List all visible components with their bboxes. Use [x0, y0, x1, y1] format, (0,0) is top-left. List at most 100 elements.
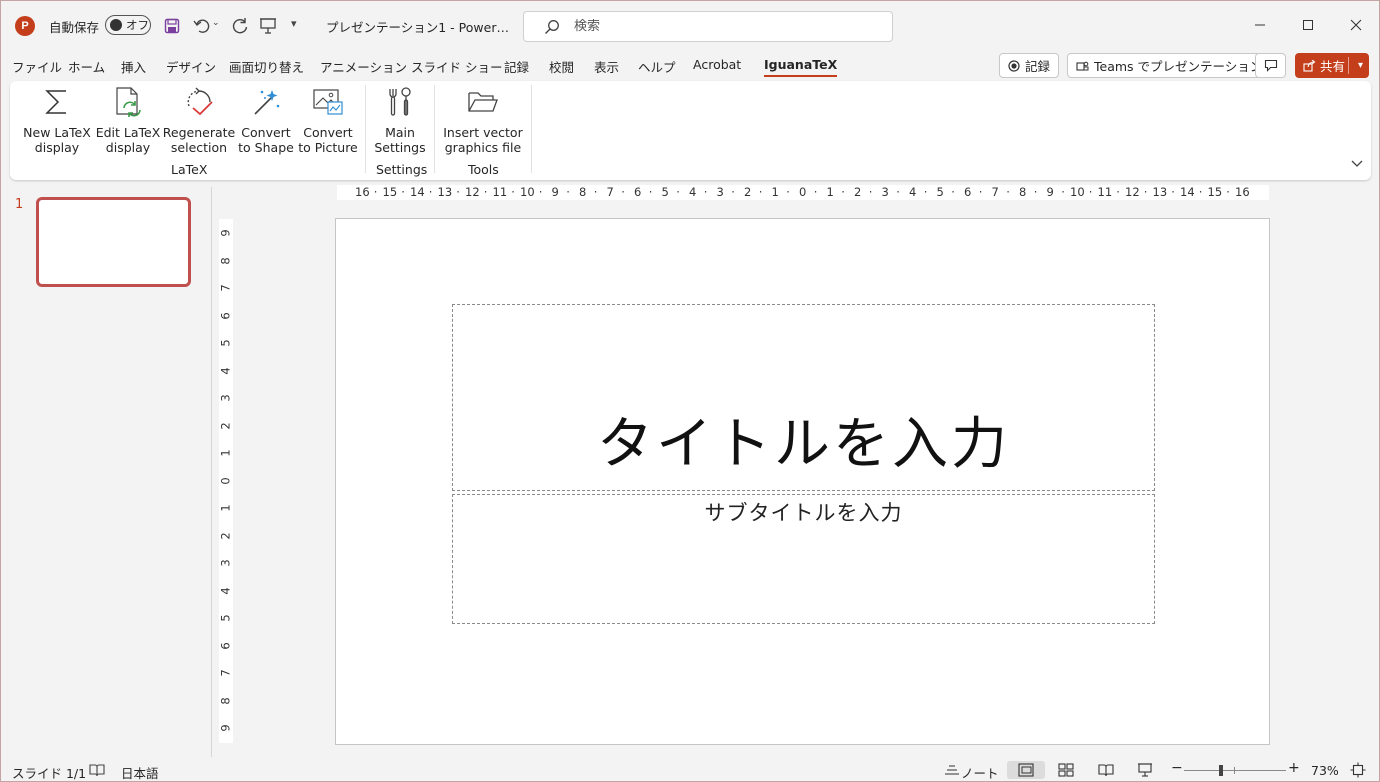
share-button[interactable]: 共有 ▾ — [1295, 53, 1369, 78]
convert-to-picture-label: Convert to Picture — [298, 125, 358, 155]
tab-animations[interactable]: アニメーション — [320, 57, 407, 76]
ruler-tick-label: 10 — [520, 185, 535, 199]
ruler-tick-label: 4 — [909, 185, 917, 199]
record-icon — [1008, 59, 1020, 72]
undo-icon[interactable] — [191, 15, 213, 37]
comments-button[interactable] — [1255, 53, 1286, 78]
ribbon-options-chevron-down-icon[interactable] — [1351, 157, 1363, 171]
ruler-tick-label: 2 — [854, 185, 862, 199]
slide-sorter-view-icon[interactable] — [1055, 761, 1077, 779]
edit-latex-display-label: Edit LaTeX display — [95, 125, 161, 155]
ruler-tick-label: 6 — [634, 185, 642, 199]
presentation-mode-icon[interactable] — [257, 15, 279, 37]
ruler-tick-label: 5 — [936, 185, 944, 199]
record-button[interactable]: 記録 — [999, 53, 1060, 78]
main-settings-button[interactable]: Main Settings — [370, 85, 430, 155]
undo-dropdown-icon[interactable]: ⌄ — [212, 18, 220, 28]
convert-to-shape-label: Convert to Shape — [238, 125, 294, 155]
ruler-tick-label: 8 — [218, 256, 233, 265]
zoom-slider-track[interactable] — [1184, 770, 1286, 771]
ruler-tick-mark: · — [1006, 185, 1010, 199]
zoom-out-button[interactable]: − — [1171, 760, 1183, 776]
fit-to-window-icon[interactable] — [1347, 761, 1369, 779]
slide-thumbnails-pane: 1 — [1, 187, 211, 757]
toggle-knob — [110, 19, 122, 31]
ruler-tick-label: 16 — [355, 185, 370, 199]
ruler-tick-label: 1 — [218, 504, 233, 512]
ruler-tick-label: 0 — [218, 476, 233, 485]
ruler-tick-label: 15 — [382, 185, 398, 199]
redo-icon[interactable] — [229, 15, 251, 37]
share-label: 共有 — [1320, 59, 1346, 74]
new-latex-display-label: New LaTeX display — [23, 125, 91, 155]
tab-insert[interactable]: 挿入 — [121, 57, 146, 76]
save-icon[interactable] — [161, 15, 183, 37]
tab-slideshow[interactable]: スライド ショー — [411, 57, 502, 76]
tab-record[interactable]: 記録 — [504, 57, 529, 76]
tab-iguanatex[interactable]: IguanaTeX — [764, 57, 838, 77]
language-indicator[interactable]: 日本語 — [121, 763, 159, 782]
subtitle-placeholder[interactable]: サブタイトルを入力 — [452, 494, 1155, 624]
tab-design[interactable]: デザイン — [166, 57, 216, 76]
ruler-tick-mark: · — [401, 185, 405, 199]
slide-thumbnail[interactable] — [36, 197, 191, 287]
search-box[interactable] — [523, 11, 893, 42]
tab-transitions[interactable]: 画面切り替え — [229, 57, 304, 76]
ruler-tick-label: 9 — [1046, 185, 1054, 199]
group-divider — [434, 85, 435, 173]
normal-view-icon[interactable] — [1007, 761, 1045, 779]
teams-present-button[interactable]: Teams でプレゼンテーション — [1067, 53, 1272, 78]
regenerate-selection-label: Regenerate selection — [162, 125, 236, 155]
ruler-tick-label: 9 — [551, 185, 559, 199]
autosave-toggle[interactable]: オフ — [105, 15, 151, 35]
ruler-tick-mark: · — [456, 185, 460, 199]
new-latex-display-button[interactable]: New LaTeX display — [23, 85, 91, 155]
accessibility-check-icon[interactable] — [86, 761, 108, 779]
ruler-tick-label: 4 — [689, 185, 697, 199]
ruler-tick-label: 9 — [218, 229, 233, 237]
share-dropdown-icon[interactable]: ▾ — [1358, 60, 1363, 71]
main-settings-label: Main Settings — [374, 125, 426, 155]
ruler-tick-mark: · — [428, 185, 433, 199]
tab-review[interactable]: 校閲 — [549, 57, 574, 76]
tab-view[interactable]: 表示 — [594, 57, 619, 76]
title-placeholder[interactable]: タイトルを入力 — [452, 304, 1155, 491]
customize-qat-icon[interactable]: ▾ — [291, 17, 297, 30]
ruler-tick-mark: · — [1226, 185, 1230, 199]
ruler-tick-label: 7 — [218, 284, 233, 292]
horizontal-ruler: 16 · 15 · 14 · 13 · 12 · 11 · 10 · 9 · 8 · 7 · 6 · 5 · 4 · 3 · 2 · 1 · 0… — [337, 185, 1269, 200]
reading-view-icon[interactable] — [1095, 761, 1117, 779]
tab-acrobat[interactable]: Acrobat — [693, 57, 741, 72]
tab-help[interactable]: ヘルプ — [638, 57, 676, 76]
ruler-tick-label: 6 — [218, 641, 233, 650]
tab-file[interactable]: ファイル — [12, 57, 62, 76]
notes-icon[interactable] — [941, 761, 963, 779]
ruler-tick-label: 10 — [1070, 185, 1085, 199]
zoom-slider-thumb[interactable] — [1219, 765, 1223, 776]
notes-button[interactable]: ノート — [961, 763, 999, 782]
ruler-tick-label: 4 — [218, 366, 233, 375]
group-label-settings: Settings — [376, 162, 428, 177]
ruler-tick-label: 4 — [218, 586, 233, 595]
ruler-tick-mark: · — [1088, 185, 1093, 199]
minimize-button[interactable] — [1237, 1, 1283, 49]
ruler-tick-label: 6 — [964, 185, 972, 199]
regenerate-selection-button[interactable]: Regenerate selection — [162, 85, 236, 155]
convert-to-shape-button[interactable]: Convert to Shape — [236, 85, 296, 155]
zoom-level[interactable]: 73% — [1311, 763, 1339, 778]
pane-divider[interactable] — [211, 187, 212, 757]
maximize-button[interactable] — [1285, 1, 1331, 49]
slideshow-view-icon[interactable] — [1134, 761, 1156, 779]
ruler-tick-mark: · — [1143, 185, 1148, 199]
edit-latex-display-button[interactable]: Edit LaTeX display — [95, 85, 161, 155]
convert-to-picture-button[interactable]: Convert to Picture — [298, 85, 358, 155]
zoom-in-button[interactable]: + — [1288, 760, 1300, 776]
insert-vector-graphics-button[interactable]: Insert vector graphics file — [440, 85, 526, 155]
ruler-tick-mark: · — [841, 185, 845, 199]
tab-home[interactable]: ホーム — [68, 57, 105, 76]
slide-canvas: タイトルを入力 サブタイトルを入力 — [335, 218, 1270, 745]
ruler-tick-mark: · — [1116, 185, 1120, 199]
search-input[interactable] — [574, 19, 874, 34]
close-button[interactable] — [1333, 1, 1379, 49]
ruler-tick-label: 7 — [991, 185, 999, 199]
